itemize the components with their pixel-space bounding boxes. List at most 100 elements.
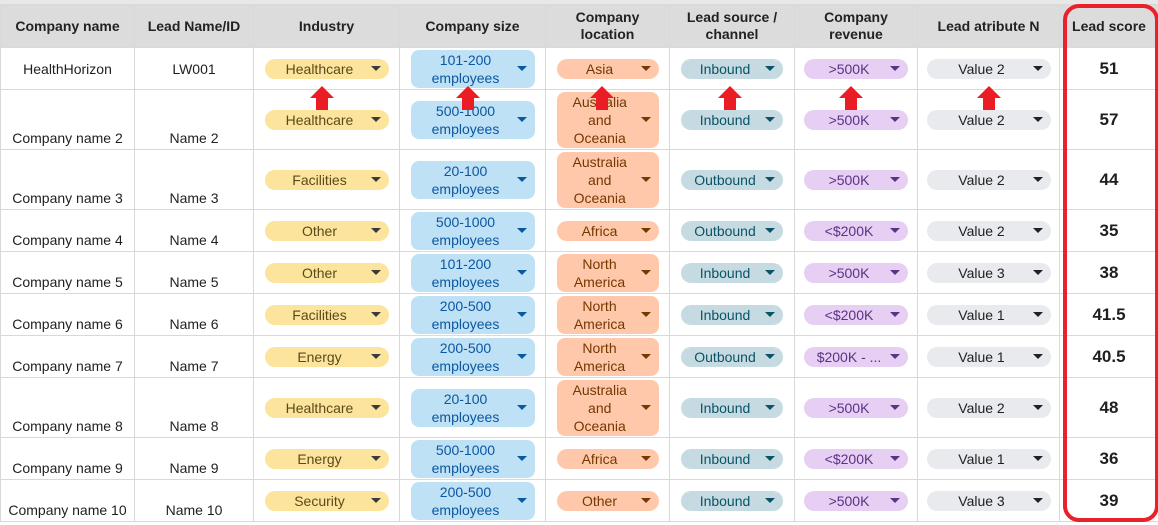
company-location-dropdown[interactable]: North America — [556, 337, 659, 376]
header-company-name[interactable]: Company name — [0, 4, 135, 48]
company-size-dropdown[interactable]: 200-500 employees — [410, 481, 535, 520]
industry-dropdown[interactable]: Energy — [264, 448, 389, 469]
dropdown-caret-icon — [516, 66, 527, 71]
lead-attribute-dropdown[interactable]: Value 1 — [926, 346, 1051, 367]
company-size-dropdown[interactable]: 20-100 employees — [410, 160, 535, 199]
cell-lead-score[interactable]: 44 — [1059, 149, 1158, 210]
lead-attribute-dropdown[interactable]: Value 2 — [926, 220, 1051, 241]
cell-company-name[interactable]: Company name 10 — [0, 479, 135, 522]
company-size-dropdown[interactable]: 500-1000 employees — [410, 211, 535, 250]
cell-lead-name[interactable]: Name 8 — [134, 377, 254, 438]
company-size-dropdown[interactable]: 101-200 employees — [410, 253, 535, 292]
company-revenue-dropdown[interactable]: >500K — [804, 397, 908, 418]
industry-dropdown[interactable]: Facilities — [264, 304, 389, 325]
cell-lead-score[interactable]: 40.5 — [1059, 335, 1158, 378]
lead-attribute-dropdown[interactable]: Value 2 — [926, 109, 1051, 130]
company-revenue-dropdown[interactable]: <$200K — [804, 304, 908, 325]
lead-attribute-dropdown[interactable]: Value 2 — [926, 58, 1051, 79]
cell-lead-score[interactable]: 38 — [1059, 251, 1158, 294]
header-lead-source[interactable]: Lead source / channel — [669, 4, 795, 48]
header-industry[interactable]: Industry — [253, 4, 400, 48]
header-company-revenue[interactable]: Company revenue — [794, 4, 918, 48]
industry-dropdown[interactable]: Healthcare — [264, 397, 389, 418]
company-revenue-dropdown[interactable]: <$200K — [804, 448, 908, 469]
company-size-dropdown[interactable]: 500-1000 employees — [410, 439, 535, 478]
lead-attribute-dropdown[interactable]: Value 3 — [926, 490, 1051, 511]
lead-attribute-dropdown[interactable]: Value 1 — [926, 304, 1051, 325]
cell-lead-name[interactable]: LW001 — [134, 47, 254, 90]
header-company-location[interactable]: Company location — [545, 4, 670, 48]
company-revenue-dropdown[interactable]: >500K — [804, 109, 908, 130]
company-location-dropdown[interactable]: Australia and Oceania — [556, 379, 659, 436]
industry-dropdown[interactable]: Healthcare — [264, 58, 389, 79]
cell-company-name[interactable]: Company name 9 — [0, 437, 135, 480]
cell-lead-name[interactable]: Name 9 — [134, 437, 254, 480]
company-location-dropdown[interactable]: North America — [556, 295, 659, 334]
company-revenue-dropdown[interactable]: $200K - ... — [804, 346, 908, 367]
industry-dropdown[interactable]: Healthcare — [264, 109, 389, 130]
cell-lead-score[interactable]: 48 — [1059, 377, 1158, 438]
company-size-dropdown[interactable]: 20-100 employees — [410, 388, 535, 427]
cell-lead-name[interactable]: Name 5 — [134, 251, 254, 294]
lead-source-dropdown[interactable]: Inbound — [681, 304, 783, 325]
lead-source-dropdown[interactable]: Inbound — [681, 262, 783, 283]
lead-attribute-dropdown[interactable]: Value 2 — [926, 169, 1051, 190]
lead-source-dropdown[interactable]: Inbound — [681, 58, 783, 79]
industry-dropdown[interactable]: Energy — [264, 346, 389, 367]
company-location-dropdown[interactable]: Australia and Oceania — [556, 151, 659, 208]
cell-lead-name[interactable]: Name 3 — [134, 149, 254, 210]
company-revenue-dropdown[interactable]: >500K — [804, 490, 908, 511]
cell-lead-score[interactable]: 36 — [1059, 437, 1158, 480]
company-size-dropdown[interactable]: 101-200 employees — [410, 49, 535, 88]
lead-source-dropdown[interactable]: Inbound — [681, 490, 783, 511]
cell-company-name[interactable]: Company name 2 — [0, 89, 135, 150]
cell-lead-name[interactable]: Name 6 — [134, 293, 254, 336]
company-location-dropdown[interactable]: Asia — [556, 58, 659, 79]
industry-dropdown[interactable]: Facilities — [264, 169, 389, 190]
lead-attribute-dropdown[interactable]: Value 2 — [926, 397, 1051, 418]
cell-lead-attribute: Value 3 — [917, 251, 1060, 294]
company-revenue-dropdown[interactable]: >500K — [804, 169, 908, 190]
company-revenue-dropdown[interactable]: >500K — [804, 58, 908, 79]
company-size-dropdown[interactable]: 200-500 employees — [410, 295, 535, 334]
cell-lead-score[interactable]: 51 — [1059, 47, 1158, 90]
cell-lead-name[interactable]: Name 10 — [134, 479, 254, 522]
lead-source-dropdown[interactable]: Inbound — [681, 109, 783, 130]
cell-company-name[interactable]: Company name 5 — [0, 251, 135, 294]
cell-company-name[interactable]: HealthHorizon — [0, 47, 135, 90]
cell-company-name[interactable]: Company name 6 — [0, 293, 135, 336]
cell-company-name[interactable]: Company name 7 — [0, 335, 135, 378]
cell-lead-name[interactable]: Name 2 — [134, 89, 254, 150]
lead-source-dropdown[interactable]: Outbound — [681, 220, 783, 241]
lead-scoring-table: Company name Lead Name/ID Industry Compa… — [0, 4, 1158, 522]
industry-dropdown[interactable]: Other — [264, 262, 389, 283]
cell-lead-name[interactable]: Name 4 — [134, 209, 254, 252]
header-company-size[interactable]: Company size — [399, 4, 546, 48]
company-location-dropdown[interactable]: North America — [556, 253, 659, 292]
lead-attribute-dropdown[interactable]: Value 1 — [926, 448, 1051, 469]
header-lead-score[interactable]: Lead score — [1059, 4, 1158, 48]
lead-attribute-dropdown[interactable]: Value 3 — [926, 262, 1051, 283]
company-revenue-dropdown[interactable]: <$200K — [804, 220, 908, 241]
cell-lead-score[interactable]: 35 — [1059, 209, 1158, 252]
header-lead-name[interactable]: Lead Name/ID — [134, 4, 254, 48]
cell-lead-score[interactable]: 57 — [1059, 89, 1158, 150]
lead-source-dropdown[interactable]: Outbound — [681, 169, 783, 190]
lead-source-dropdown[interactable]: Inbound — [681, 397, 783, 418]
industry-dropdown[interactable]: Security — [264, 490, 389, 511]
company-location-dropdown[interactable]: Africa — [556, 448, 659, 469]
company-size-dropdown[interactable]: 200-500 employees — [410, 337, 535, 376]
cell-lead-name[interactable]: Name 7 — [134, 335, 254, 378]
cell-company-name[interactable]: Company name 4 — [0, 209, 135, 252]
company-location-dropdown[interactable]: Other — [556, 490, 659, 511]
cell-company-name[interactable]: Company name 8 — [0, 377, 135, 438]
lead-source-dropdown[interactable]: Inbound — [681, 448, 783, 469]
header-lead-attribute[interactable]: Lead atribute N — [917, 4, 1060, 48]
cell-lead-score[interactable]: 39 — [1059, 479, 1158, 522]
company-location-dropdown[interactable]: Africa — [556, 220, 659, 241]
lead-source-dropdown[interactable]: Outbound — [681, 346, 783, 367]
cell-lead-score[interactable]: 41.5 — [1059, 293, 1158, 336]
industry-dropdown[interactable]: Other — [264, 220, 389, 241]
company-revenue-dropdown[interactable]: >500K — [804, 262, 908, 283]
cell-company-name[interactable]: Company name 3 — [0, 149, 135, 210]
